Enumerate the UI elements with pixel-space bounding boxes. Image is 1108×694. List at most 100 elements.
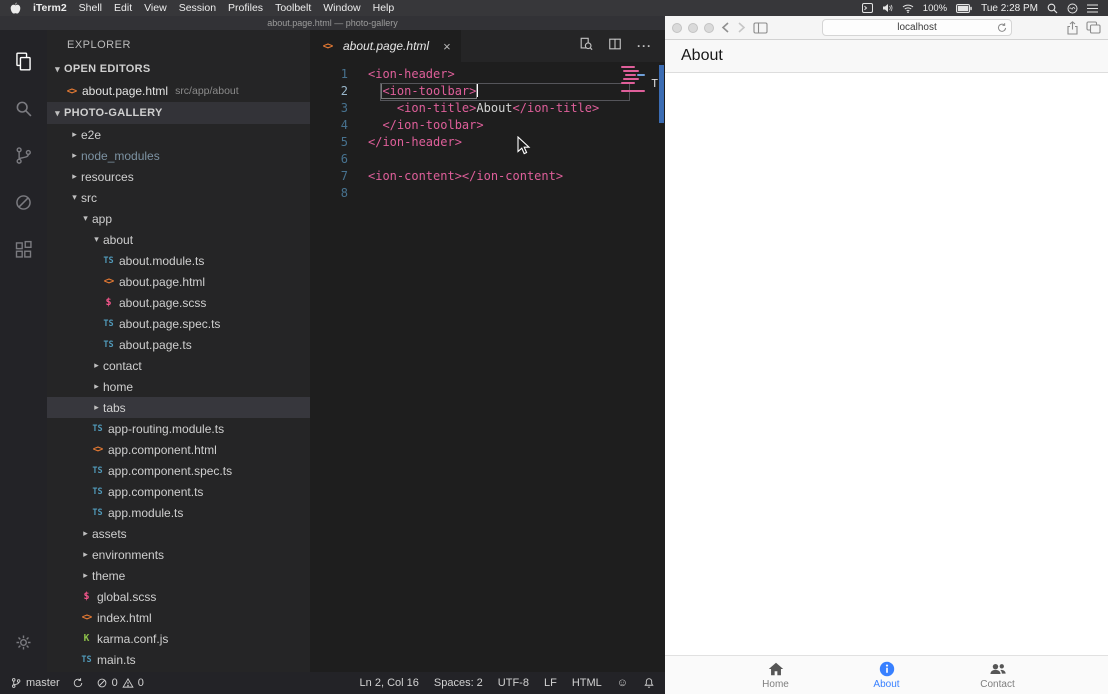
- tab-about[interactable]: About: [831, 656, 942, 694]
- menu-edit[interactable]: Edit: [114, 2, 132, 14]
- ts-file-icon: TS: [101, 340, 116, 350]
- encoding[interactable]: UTF-8: [498, 677, 529, 689]
- file-karma.conf.js[interactable]: Kkarma.conf.js: [47, 628, 310, 649]
- file-about.page.ts[interactable]: TSabout.page.ts: [47, 334, 310, 355]
- language-mode[interactable]: HTML: [572, 677, 602, 689]
- folder-contact[interactable]: ▸contact: [47, 355, 310, 376]
- code-line-7[interactable]: 7<ion-content></ion-content>: [310, 168, 665, 185]
- file-app.component.html[interactable]: <>app.component.html: [47, 439, 310, 460]
- code-line-3[interactable]: 3 <ion-title>About</ion-title>: [310, 100, 665, 117]
- tab-contact[interactable]: Contact: [942, 656, 1053, 694]
- file-app.component.spec.ts[interactable]: TSapp.component.spec.ts: [47, 460, 310, 481]
- menu-profiles[interactable]: Profiles: [228, 2, 263, 14]
- minimize-window-button[interactable]: [688, 23, 698, 33]
- code-line-4[interactable]: 4 </ion-toolbar>: [310, 117, 665, 134]
- source-control-icon[interactable]: [0, 132, 47, 179]
- menu-window[interactable]: Window: [323, 2, 360, 14]
- folder-node_modules[interactable]: ▸node_modules: [47, 145, 310, 166]
- open-changes-icon[interactable]: [579, 37, 593, 56]
- folder-app[interactable]: ▾app: [47, 208, 310, 229]
- search-icon[interactable]: [0, 85, 47, 132]
- chevron-right-icon: ▸: [68, 150, 81, 161]
- close-icon[interactable]: ×: [443, 39, 451, 54]
- tree-item-label: about.page.scss: [119, 296, 206, 310]
- volume-icon[interactable]: [882, 3, 893, 13]
- extensions-icon[interactable]: [0, 226, 47, 273]
- menubar-clock[interactable]: Tue 2:28 PM: [981, 3, 1038, 14]
- share-icon[interactable]: [1066, 21, 1079, 35]
- debug-icon[interactable]: [0, 179, 47, 226]
- explorer-icon[interactable]: [0, 38, 47, 85]
- folder-about[interactable]: ▾about: [47, 229, 310, 250]
- eol-sequence[interactable]: LF: [544, 677, 557, 689]
- editor-tab-strip: <> about.page.html × ···: [310, 30, 665, 62]
- folder-e2e[interactable]: ▸e2e: [47, 124, 310, 145]
- file-main.ts[interactable]: TSmain.ts: [47, 649, 310, 670]
- menu-shell[interactable]: Shell: [79, 2, 102, 14]
- folder-tabs[interactable]: ▸tabs: [47, 397, 310, 418]
- sidebar-toggle-icon[interactable]: [753, 22, 768, 34]
- code-line-5[interactable]: 5</ion-header>: [310, 134, 665, 151]
- settings-gear-icon[interactable]: [0, 619, 47, 666]
- terminal-status-icon[interactable]: [862, 3, 873, 13]
- sync-icon[interactable]: [72, 677, 84, 689]
- ts-file-icon: TS: [90, 424, 105, 434]
- project-header[interactable]: ▾ PHOTO-GALLERY: [47, 102, 310, 124]
- menu-toolbelt[interactable]: Toolbelt: [275, 2, 311, 14]
- open-editor-item[interactable]: <>about.page.htmlsrc/app/about: [47, 80, 310, 102]
- tab-home[interactable]: Home: [720, 656, 831, 694]
- cursor-position[interactable]: Ln 2, Col 16: [360, 677, 419, 689]
- apple-menu-icon[interactable]: [10, 2, 21, 15]
- menubar-app-name[interactable]: iTerm2: [33, 2, 67, 14]
- editor-tab-about-page-html[interactable]: <> about.page.html ×: [310, 30, 461, 62]
- file-about.page.html[interactable]: <>about.page.html: [47, 271, 310, 292]
- close-window-button[interactable]: [672, 23, 682, 33]
- code-line-1[interactable]: 1<ion-header>: [310, 66, 665, 83]
- siri-icon[interactable]: [1067, 3, 1078, 14]
- wifi-icon[interactable]: [902, 4, 914, 13]
- file-about.page.spec.ts[interactable]: TSabout.page.spec.ts: [47, 313, 310, 334]
- tab-overview-icon[interactable]: [1086, 21, 1101, 34]
- notification-center-icon[interactable]: [1087, 4, 1098, 13]
- open-editors-header[interactable]: ▾ OPEN EDITORS: [47, 58, 310, 80]
- file-app-routing.module.ts[interactable]: TSapp-routing.module.ts: [47, 418, 310, 439]
- address-bar[interactable]: localhost: [822, 19, 1012, 36]
- back-button[interactable]: [721, 22, 730, 33]
- file-app.module.ts[interactable]: TSapp.module.ts: [47, 502, 310, 523]
- menu-help[interactable]: Help: [373, 2, 395, 14]
- folder-resources[interactable]: ▸resources: [47, 166, 310, 187]
- split-editor-icon[interactable]: [608, 37, 622, 56]
- code-line-2[interactable]: 2 <ion-toolbar>: [310, 83, 665, 100]
- tree-item-label: main.ts: [97, 653, 136, 667]
- minimap[interactable]: [621, 66, 647, 94]
- problems-indicator[interactable]: 0 0: [96, 677, 144, 689]
- tab-label: about.page.html: [343, 39, 429, 53]
- notifications-bell-icon[interactable]: [643, 677, 655, 689]
- file-app.component.ts[interactable]: TSapp.component.ts: [47, 481, 310, 502]
- folder-src[interactable]: ▾src: [47, 187, 310, 208]
- file-index.html[interactable]: <>index.html: [47, 607, 310, 628]
- code-editor[interactable]: 1<ion-header>2 <ion-toolbar>3 <ion-title…: [310, 62, 665, 672]
- file-about.module.ts[interactable]: TSabout.module.ts: [47, 250, 310, 271]
- git-branch-indicator[interactable]: master: [10, 677, 60, 689]
- code-line-6[interactable]: 6: [310, 151, 665, 168]
- more-actions-icon[interactable]: ···: [637, 39, 652, 53]
- zoom-window-button[interactable]: [704, 23, 714, 33]
- folder-theme[interactable]: ▸theme: [47, 565, 310, 586]
- folder-assets[interactable]: ▸assets: [47, 523, 310, 544]
- reload-icon[interactable]: [997, 22, 1007, 36]
- folder-home[interactable]: ▸home: [47, 376, 310, 397]
- file-global.scss[interactable]: $global.scss: [47, 586, 310, 607]
- scrollbar-slider[interactable]: [659, 65, 664, 123]
- feedback-smiley-icon[interactable]: ☺: [617, 677, 628, 689]
- folder-environments[interactable]: ▸environments: [47, 544, 310, 565]
- spotlight-icon[interactable]: [1047, 3, 1058, 14]
- menu-session[interactable]: Session: [179, 2, 216, 14]
- vscode-title-bar[interactable]: about.page.html — photo-gallery: [0, 16, 665, 30]
- forward-button[interactable]: [737, 22, 746, 33]
- code-line-8[interactable]: 8: [310, 185, 665, 202]
- file-about.page.scss[interactable]: $about.page.scss: [47, 292, 310, 313]
- battery-icon[interactable]: [956, 4, 972, 13]
- menu-view[interactable]: View: [144, 2, 167, 14]
- indentation[interactable]: Spaces: 2: [434, 677, 483, 689]
